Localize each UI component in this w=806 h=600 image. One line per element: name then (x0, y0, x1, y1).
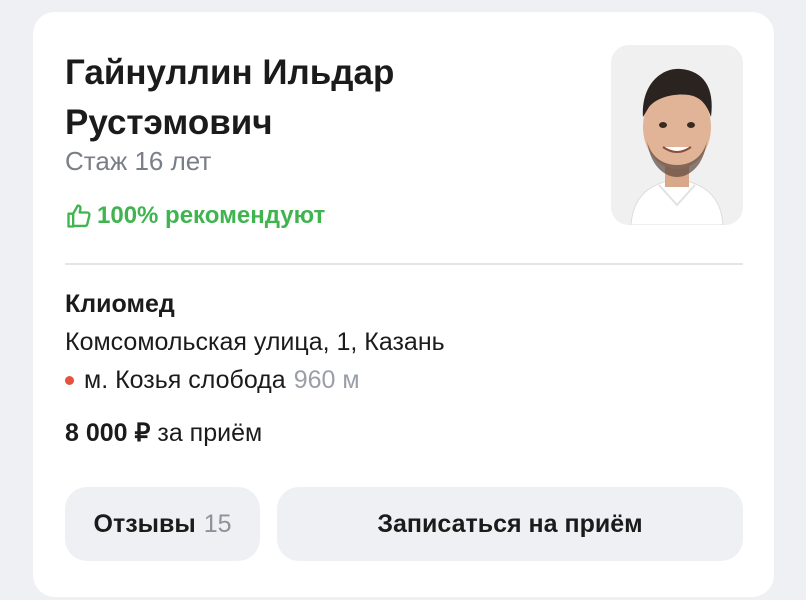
recommend-text: 100% рекомендуют (97, 202, 326, 229)
clinic-name[interactable]: Клиомед (65, 290, 175, 319)
book-appointment-button[interactable]: Записаться на приём (277, 487, 743, 561)
clinic-address: Комсомольская улица, 1, Казань (65, 328, 445, 356)
thumbs-up-icon (65, 202, 93, 230)
doctor-experience: Стаж 16 лет (65, 146, 212, 176)
doctor-photo[interactable] (611, 45, 743, 225)
metro-distance: 960 м (293, 366, 360, 394)
metro-line-dot-icon (65, 376, 74, 385)
reviews-label: Отзывы (93, 509, 196, 538)
metro-name: м. Козья слобода (84, 366, 286, 394)
metro-station: м. Козья слобода 960 м (65, 366, 360, 395)
price-suffix: за приём (150, 419, 263, 447)
reviews-button[interactable]: Отзывы 15 (65, 487, 260, 561)
doctor-card[interactable]: Гайнуллин Ильдар Рустэмович Стаж 16 лет … (33, 12, 774, 597)
price: 8 000 ₽ за приём (65, 418, 262, 448)
reviews-count: 15 (203, 509, 232, 538)
recommend-rate: 100% рекомендуют (65, 202, 325, 230)
doctor-name: Гайнуллин Ильдар Рустэмович (65, 53, 395, 142)
divider (65, 263, 743, 265)
price-value: 8 000 ₽ (65, 419, 151, 447)
